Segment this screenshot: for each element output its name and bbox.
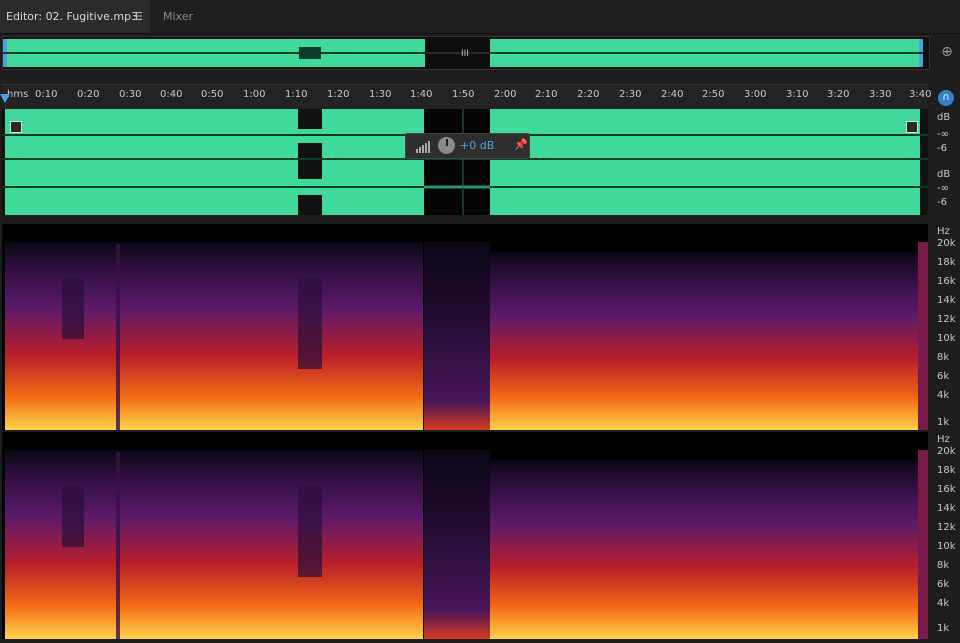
view-divider[interactable] (2, 216, 928, 223)
scale-label: -6 (937, 197, 947, 208)
tick-label: 3:30 (869, 89, 892, 100)
waveform-graphic (2, 109, 928, 215)
scale-label: 1k (937, 417, 950, 428)
spectrogram-graphic (2, 224, 928, 430)
volume-value: +0 dB (460, 139, 495, 152)
volume-knob[interactable] (438, 137, 455, 154)
scale-label: 14k (937, 503, 956, 514)
scale-label: 1k (937, 623, 950, 634)
tick-label: 0:40 (160, 89, 183, 100)
fade-out-handle[interactable] (906, 121, 918, 133)
tick-label: 0:30 (119, 89, 142, 100)
scale-label: -∞ (937, 183, 949, 194)
level-meter-icon (416, 141, 430, 153)
scale-unit: dB (937, 169, 951, 180)
scale-unit: Hz (937, 434, 950, 445)
scale-unit: Hz (937, 226, 950, 237)
frequency-scale-right: Hz 20k 18k 16k 14k 12k 10k 8k 6k 4k 1k (930, 432, 960, 639)
scale-label: 18k (937, 465, 956, 476)
tick-label: 0:20 (77, 89, 100, 100)
scale-label: 10k (937, 333, 956, 344)
waveform-display[interactable] (2, 109, 928, 215)
tick-label: 2:20 (577, 89, 600, 100)
tab-mixer[interactable]: Mixer (163, 0, 193, 33)
time-ruler[interactable]: hms 0:10 0:20 0:30 0:40 0:50 1:00 1:10 1… (2, 84, 932, 109)
scale-label: -∞ (937, 129, 949, 140)
scale-label: 12k (937, 314, 956, 325)
tick-label: 2:50 (702, 89, 725, 100)
tick-label: 2:40 (661, 89, 684, 100)
overview-waveform: III (3, 39, 923, 67)
amplitude-hud[interactable]: +0 dB 📌 (405, 133, 530, 159)
tick-label: 1:30 (369, 89, 392, 100)
scale-label: 8k (937, 560, 950, 571)
scale-label: 8k (937, 352, 950, 363)
svg-text:III: III (461, 49, 469, 59)
tab-bar: Editor: 02. Fugitive.mp3 ☰ Mixer (0, 0, 960, 34)
tick-label: 1:50 (452, 89, 475, 100)
frequency-scale-left: Hz 20k 18k 16k 14k 12k 10k 8k 6k 4k 1k (930, 224, 960, 430)
scale-label: 18k (937, 257, 956, 268)
tab-editor[interactable]: Editor: 02. Fugitive.mp3 ☰ (0, 0, 150, 33)
scale-label: 14k (937, 295, 956, 306)
tick-label: 0:10 (35, 89, 58, 100)
tab-editor-label: Editor: 02. Fugitive.mp3 (6, 10, 139, 23)
spectral-display-left[interactable] (2, 224, 928, 430)
pin-icon[interactable]: 📌 (514, 138, 528, 151)
scale-label: 4k (937, 390, 950, 401)
tick-label: 1:40 (410, 89, 433, 100)
scale-label: 20k (937, 238, 956, 249)
scale-label: 16k (937, 276, 956, 287)
tab-mixer-label: Mixer (163, 10, 194, 23)
scale-label: -6 (937, 143, 947, 154)
tick-label: 2:30 (619, 89, 642, 100)
scale-label: 16k (937, 484, 956, 495)
scale-label: 12k (937, 522, 956, 533)
zoom-navigator-icon[interactable]: ⊕ (938, 43, 956, 61)
ruler-unit-label: hms (7, 89, 29, 100)
headphone-icon[interactable]: ∩ (938, 90, 954, 106)
scale-label: 20k (937, 446, 956, 457)
scale-unit: dB (937, 112, 951, 123)
spectrogram-graphic (2, 432, 928, 639)
tick-label: 0:50 (201, 89, 224, 100)
tick-label: 1:10 (285, 89, 308, 100)
amplitude-scale: dB -∞ -6 dB -∞ -6 (930, 109, 960, 215)
tick-label: 3:40 (909, 89, 932, 100)
scale-label: 10k (937, 541, 956, 552)
tick-label: 2:00 (494, 89, 517, 100)
tick-label: 3:10 (786, 89, 809, 100)
scale-label: 6k (937, 371, 950, 382)
spectral-display-right[interactable] (2, 432, 928, 639)
scale-label: 6k (937, 579, 950, 590)
scale-label: 4k (937, 598, 950, 609)
tick-label: 1:20 (327, 89, 350, 100)
tick-label: 3:20 (827, 89, 850, 100)
tick-label: 1:00 (243, 89, 266, 100)
playhead-marker[interactable] (0, 94, 10, 103)
menu-icon[interactable]: ☰ (133, 0, 143, 33)
fade-in-handle[interactable] (10, 121, 22, 133)
overview-navigator[interactable]: III (2, 36, 930, 70)
tick-label: 3:00 (744, 89, 767, 100)
tick-label: 2:10 (535, 89, 558, 100)
